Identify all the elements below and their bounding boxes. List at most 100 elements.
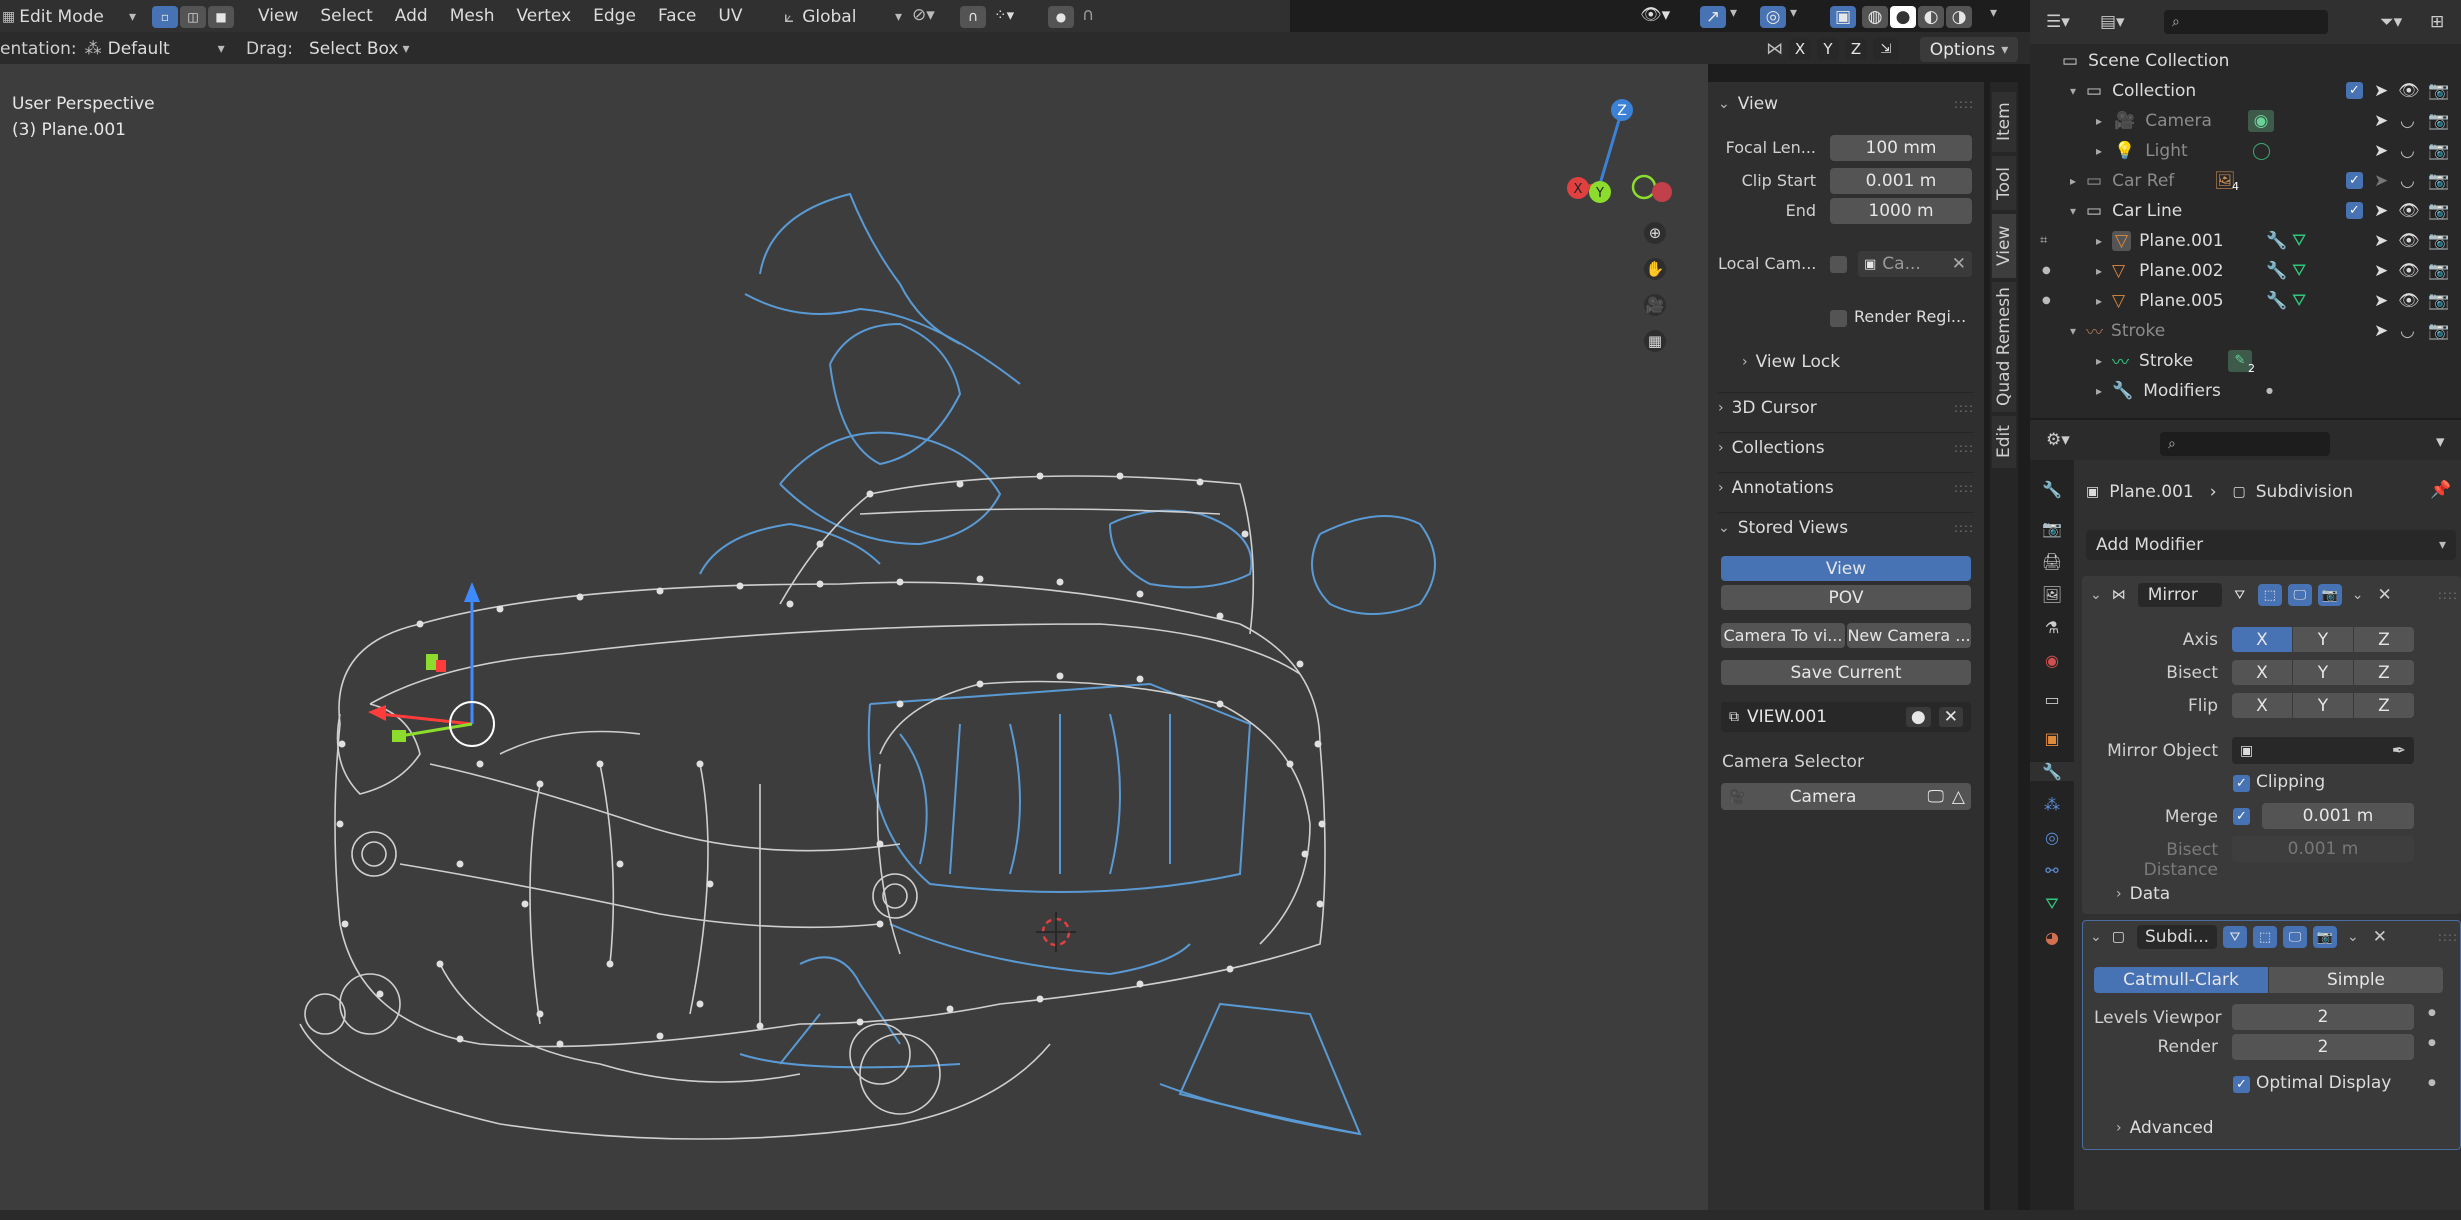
- outliner-row-plane-001[interactable]: ⌗ ▸ ▽ Plane.001 🔧 ⛛ ➤ 👁 📷: [2030, 226, 2461, 255]
- outliner-row-camera[interactable]: ▸ 🎥 Camera ◉ ➤ ◡ 📷: [2030, 106, 2461, 135]
- eye-icon[interactable]: 👁: [2398, 261, 2420, 281]
- outliner-row-scene-collection[interactable]: ▭ Scene Collection: [2030, 46, 2461, 75]
- outliner-search-input[interactable]: ⌕: [2164, 10, 2328, 34]
- menu-edge[interactable]: Edge: [593, 6, 636, 28]
- render-camera-icon[interactable]: 📷: [2428, 321, 2449, 341]
- local-camera-field[interactable]: ▣ Ca... ✕: [1858, 251, 1972, 277]
- npanel-section-3d-cursor[interactable]: › 3D Cursor ::::: [1718, 392, 1974, 421]
- properties-editor-type-icon[interactable]: ⚙▾: [2046, 430, 2070, 450]
- menu-uv[interactable]: UV: [718, 6, 742, 28]
- collection-tab-icon[interactable]: ▭: [2044, 690, 2059, 709]
- expand-arrow-icon[interactable]: ▾: [2070, 324, 2076, 338]
- fake-user-icon[interactable]: ●: [1905, 707, 1931, 727]
- rendered-shading-icon[interactable]: ◑: [1946, 6, 1972, 28]
- axis-x-toggle[interactable]: X: [1789, 38, 1811, 60]
- expand-arrow-icon[interactable]: ▸: [2070, 174, 2076, 188]
- drag-handle-icon[interactable]: ::::: [1954, 401, 1974, 415]
- snap-target-icon[interactable]: ⁘▾: [994, 6, 1014, 24]
- tab-view[interactable]: View: [1992, 214, 2016, 278]
- scene-tab-icon[interactable]: ⚗: [2045, 618, 2059, 637]
- zoom-icon[interactable]: ⊕: [1644, 222, 1666, 244]
- menu-mesh[interactable]: Mesh: [450, 6, 495, 28]
- eye-icon[interactable]: 👁: [2398, 231, 2420, 251]
- drag-handle-icon[interactable]: ::::: [1954, 97, 1974, 111]
- view-layer-tab-icon[interactable]: 🖼: [2042, 585, 2062, 604]
- wrench-icon[interactable]: 🔧: [2266, 261, 2287, 281]
- expand-arrow-icon[interactable]: ▸: [2096, 114, 2102, 128]
- output-tab-icon[interactable]: 🖨: [2042, 552, 2062, 571]
- select-toggle-icon[interactable]: ➤: [2374, 111, 2388, 131]
- filter-icon[interactable]: ⏷▾: [2380, 12, 2402, 32]
- menu-add[interactable]: Add: [395, 6, 428, 28]
- mesh-data-icon[interactable]: ⛛: [2292, 231, 2306, 251]
- eye-icon[interactable]: 👁: [2398, 81, 2420, 101]
- tool-tab-icon[interactable]: 🔧: [2042, 480, 2062, 499]
- select-toggle-icon[interactable]: ➤: [2374, 291, 2388, 311]
- overlay-toggle-icon[interactable]: ◎: [1760, 6, 1786, 28]
- particles-tab-icon[interactable]: ⁂: [2044, 795, 2060, 814]
- constraints-tab-icon[interactable]: ⚯: [2045, 861, 2058, 880]
- levels-viewport-field[interactable]: 2: [2232, 1004, 2414, 1030]
- bisect-y-button[interactable]: Y: [2293, 660, 2353, 685]
- npanel-section-collections[interactable]: › Collections ::::: [1718, 432, 1974, 461]
- camera-selector-field[interactable]: 🎥 Camera 🖵 △: [1721, 783, 1971, 810]
- material-tab-icon[interactable]: ◕: [2045, 928, 2059, 947]
- new-collection-icon[interactable]: ⊞: [2430, 12, 2444, 32]
- modifier-tab-icon[interactable]: 🔧: [2030, 762, 2074, 781]
- proportional-edit-icon[interactable]: ●: [1048, 6, 1074, 28]
- render-camera-icon[interactable]: 📷: [2428, 171, 2449, 191]
- camera-to-view-button[interactable]: Camera To vi...: [1721, 623, 1845, 648]
- chevron-down-icon[interactable]: ⌄: [2090, 587, 2102, 603]
- outliner-row-modifiers[interactable]: ▸ 🔧 Modifiers ●: [2030, 376, 2461, 405]
- expand-arrow-icon[interactable]: ▸: [2096, 234, 2102, 248]
- menu-view[interactable]: View: [258, 6, 298, 28]
- close-icon[interactable]: ✕: [1938, 707, 1963, 727]
- axis-z-toggle[interactable]: Z: [1845, 38, 1867, 60]
- orientation-dropdown[interactable]: ⁂ Default ▾: [85, 39, 225, 59]
- gizmo-chevron-icon[interactable]: ▾: [1730, 5, 1737, 21]
- merge-distance-field[interactable]: 0.001 m: [2262, 803, 2414, 829]
- drag-dropdown[interactable]: Select Box ▾: [309, 39, 409, 59]
- select-toggle-icon[interactable]: ➤: [2374, 261, 2388, 281]
- triangle-icon[interactable]: △: [1952, 787, 1965, 807]
- tab-edit[interactable]: Edit: [1992, 416, 2016, 468]
- render-camera-icon[interactable]: 📷: [2428, 231, 2449, 251]
- npanel-view-header[interactable]: ⌄ View ::::: [1718, 90, 1974, 118]
- add-modifier-dropdown[interactable]: Add Modifier ▾: [2086, 530, 2456, 560]
- exclude-checkbox[interactable]: ✓: [2346, 82, 2363, 99]
- pivot-icon[interactable]: ⊘▾: [912, 5, 935, 25]
- tab-tool[interactable]: Tool: [1992, 156, 2016, 210]
- expand-arrow-icon[interactable]: ▸: [2096, 144, 2102, 158]
- navigation-gizmo[interactable]: Z X Y: [1560, 94, 1680, 224]
- bisect-z-button[interactable]: Z: [2354, 660, 2414, 685]
- face-select-icon[interactable]: ■: [208, 6, 234, 28]
- outliner-row-stroke[interactable]: ▸ 〰 Stroke ✎ 2: [2030, 346, 2461, 375]
- drag-handle-icon[interactable]: ::::: [1954, 441, 1974, 455]
- tab-quad-remesh[interactable]: Quad Remesh: [1992, 282, 2016, 412]
- chevron-down-icon[interactable]: ⌄: [2347, 929, 2359, 945]
- auto-merge-icon[interactable]: ⇲: [1873, 38, 1899, 60]
- stored-view-button[interactable]: View: [1721, 556, 1971, 581]
- hide-icon[interactable]: ◡: [2400, 171, 2415, 191]
- outliner-row-plane-005[interactable]: ● ▸ ▽ Plane.005 🔧 ⛛ ➤ 👁 📷: [2030, 286, 2461, 315]
- edit-mode-icon[interactable]: ⌗: [2040, 233, 2047, 248]
- exclude-checkbox[interactable]: ✓: [2346, 202, 2363, 219]
- render-levels-field[interactable]: 2: [2232, 1034, 2414, 1060]
- eyedropper-icon[interactable]: ✒: [2392, 741, 2406, 761]
- render-tab-icon[interactable]: 📷: [2042, 519, 2062, 538]
- display-mode-icon[interactable]: ▤▾: [2100, 12, 2125, 32]
- render-region-checkbox[interactable]: [1830, 310, 1847, 327]
- chevron-down-icon[interactable]: ⌄: [2352, 587, 2364, 603]
- menu-select[interactable]: Select: [320, 6, 372, 28]
- editmode-toggle-icon[interactable]: ⬚: [2257, 584, 2282, 606]
- close-icon[interactable]: ✕: [2373, 927, 2387, 947]
- expand-arrow-icon[interactable]: ▾: [2070, 204, 2076, 218]
- render-camera-icon[interactable]: 📷: [2428, 291, 2449, 311]
- render-camera-icon[interactable]: 📷: [2428, 111, 2449, 131]
- physics-tab-icon[interactable]: ◎: [2045, 828, 2059, 847]
- expand-arrow-icon[interactable]: ▸: [2096, 294, 2102, 308]
- mesh-data-icon[interactable]: ⛛: [2292, 261, 2306, 281]
- dot-icon[interactable]: ●: [2042, 295, 2051, 306]
- merge-checkbox[interactable]: ✓: [2233, 808, 2250, 825]
- mirror-data-subpanel[interactable]: › Data: [2116, 884, 2170, 904]
